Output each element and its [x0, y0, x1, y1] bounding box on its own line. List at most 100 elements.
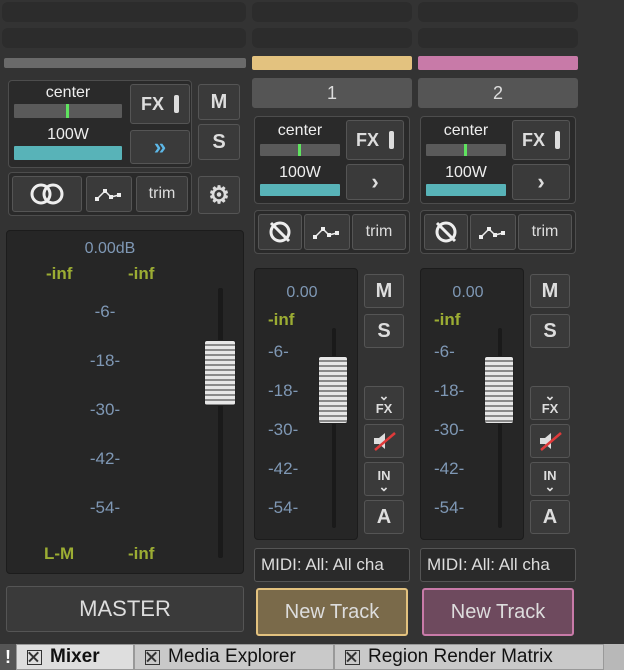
- track-peak: -inf: [434, 310, 461, 329]
- track-pan-slider[interactable]: [426, 144, 506, 156]
- track-envelope-button[interactable]: [304, 214, 350, 250]
- track-route-button[interactable]: ›: [346, 164, 404, 200]
- track-peak: -inf: [268, 310, 295, 329]
- track-number[interactable]: 1: [252, 78, 412, 108]
- track-name-button[interactable]: New Track: [256, 588, 408, 636]
- track-scale-54: -54-: [434, 498, 465, 517]
- track-scale-18: -18-: [434, 381, 465, 400]
- master-strip: center 100W FX » M S trim ⚙ 0.00dB -inf …: [0, 54, 248, 644]
- track-mute-button[interactable]: M: [364, 274, 404, 308]
- track-trim-button[interactable]: trim: [352, 214, 406, 250]
- track-width-slider[interactable]: [260, 184, 340, 196]
- track-fx-label: FX: [355, 129, 379, 150]
- chevron-right-icon: ›: [371, 169, 379, 194]
- track-monitor-button[interactable]: [364, 424, 404, 458]
- track-trim-button[interactable]: trim: [518, 214, 572, 250]
- track-automation-button[interactable]: A: [530, 500, 570, 534]
- track-width-label: 100W: [279, 164, 321, 181]
- tab-mixer[interactable]: Mixer: [16, 644, 134, 670]
- track-solo-button[interactable]: S: [364, 314, 404, 348]
- tab-media-explorer[interactable]: Media Explorer: [134, 644, 334, 670]
- track-fx-small-button[interactable]: ⌄ FX: [364, 386, 404, 420]
- track-scale-30: -30-: [434, 420, 465, 439]
- track-scale-54: -54-: [268, 498, 299, 517]
- track-fx-button[interactable]: FX: [346, 120, 404, 160]
- master-mono-button[interactable]: [12, 176, 82, 212]
- phase-invert-icon: [435, 221, 457, 243]
- track-fx-small-button[interactable]: ⌄ FX: [530, 386, 570, 420]
- master-width-slider[interactable]: [14, 146, 122, 160]
- master-mode-label: L-M: [44, 544, 75, 563]
- master-name-button[interactable]: MASTER: [6, 586, 244, 632]
- chevron-right-icon: ›: [537, 169, 545, 194]
- track-scale-6: -6-: [268, 342, 289, 361]
- track-name-button[interactable]: New Track: [422, 588, 574, 636]
- track-fader-handle[interactable]: [484, 356, 514, 424]
- track-envelope-button[interactable]: [470, 214, 516, 250]
- track-strip-2: 2 center 100W FX › trim 0.00 -inf -6- -1…: [416, 54, 580, 644]
- track-midi-input[interactable]: MIDI: All: All cha: [254, 548, 410, 582]
- envelope-icon: [95, 189, 121, 201]
- track1-top-slot-2: [252, 28, 412, 48]
- track-pan-slider[interactable]: [260, 144, 340, 156]
- master-fx-button[interactable]: FX: [130, 84, 190, 124]
- track-scale-18: -18-: [268, 381, 299, 400]
- master-solo-button[interactable]: S: [198, 124, 240, 160]
- master-solo-label: S: [212, 130, 226, 153]
- master-pan-indicator: [66, 104, 69, 118]
- master-mute-button[interactable]: M: [198, 84, 240, 120]
- chevron-down-icon: ⌄: [378, 478, 390, 494]
- track-number-label: 1: [326, 82, 337, 103]
- track-monitor-button[interactable]: [530, 424, 570, 458]
- track-phase-button[interactable]: [424, 214, 468, 250]
- track-input-button[interactable]: IN ⌄: [530, 462, 570, 496]
- master-fader-handle[interactable]: [204, 340, 236, 406]
- track-color-bar: [418, 56, 578, 70]
- track2-top-slot: [418, 2, 578, 22]
- track-fx-button[interactable]: FX: [512, 120, 570, 160]
- chevron-down-icon: ⌄: [544, 478, 556, 494]
- track-route-button[interactable]: ›: [512, 164, 570, 200]
- tab-label: Region Render Matrix: [368, 646, 553, 667]
- track-color-bar: [252, 56, 412, 70]
- master-pan-slider[interactable]: [14, 104, 122, 118]
- track-fx-small-label: FX: [541, 400, 559, 416]
- track-solo-button[interactable]: S: [530, 314, 570, 348]
- track-number[interactable]: 2: [418, 78, 578, 108]
- track-mute-label: M: [375, 279, 393, 302]
- double-chevron-icon: »: [153, 134, 167, 159]
- close-icon[interactable]: [145, 649, 160, 665]
- tab-region-render-matrix[interactable]: Region Render Matrix: [334, 644, 604, 670]
- master-settings-button[interactable]: ⚙: [198, 176, 240, 214]
- chevron-down-icon: ⌄: [544, 387, 556, 403]
- track-input-button[interactable]: IN ⌄: [364, 462, 404, 496]
- master-top-slot-2: [2, 28, 246, 48]
- track-automation-label: A: [542, 505, 558, 528]
- track-phase-button[interactable]: [258, 214, 302, 250]
- master-fx-label: FX: [140, 93, 164, 114]
- track-midi-input[interactable]: MIDI: All: All cha: [420, 548, 576, 582]
- master-trim-button[interactable]: trim: [136, 176, 188, 212]
- dock-menu-marker[interactable]: !: [0, 644, 16, 670]
- track-pan-label: center: [443, 122, 489, 139]
- track-fader-handle[interactable]: [318, 356, 348, 424]
- close-icon[interactable]: [345, 649, 360, 665]
- master-envelope-button[interactable]: [86, 176, 132, 212]
- track-scale-30: -30-: [268, 420, 299, 439]
- track-mute-button[interactable]: M: [530, 274, 570, 308]
- track-automation-button[interactable]: A: [364, 500, 404, 534]
- speaker-muted-icon: [540, 432, 562, 451]
- track-width-slider[interactable]: [426, 184, 506, 196]
- tab-label: Media Explorer: [168, 646, 296, 667]
- master-peak-db: 0.00dB: [84, 240, 136, 257]
- dock-tab-bar: ! Mixer Media Explorer Region Render Matri…: [0, 644, 624, 670]
- master-mute-label: M: [210, 90, 228, 113]
- master-route-button[interactable]: »: [130, 130, 190, 164]
- master-scale-30: -30-: [89, 400, 121, 419]
- track1-top-slot: [252, 2, 412, 22]
- stereo-rings-icon: [30, 183, 64, 205]
- envelope-icon: [313, 227, 339, 239]
- master-name-label: MASTER: [79, 596, 171, 621]
- track-trim-label: trim: [531, 223, 559, 240]
- close-icon[interactable]: [27, 649, 42, 665]
